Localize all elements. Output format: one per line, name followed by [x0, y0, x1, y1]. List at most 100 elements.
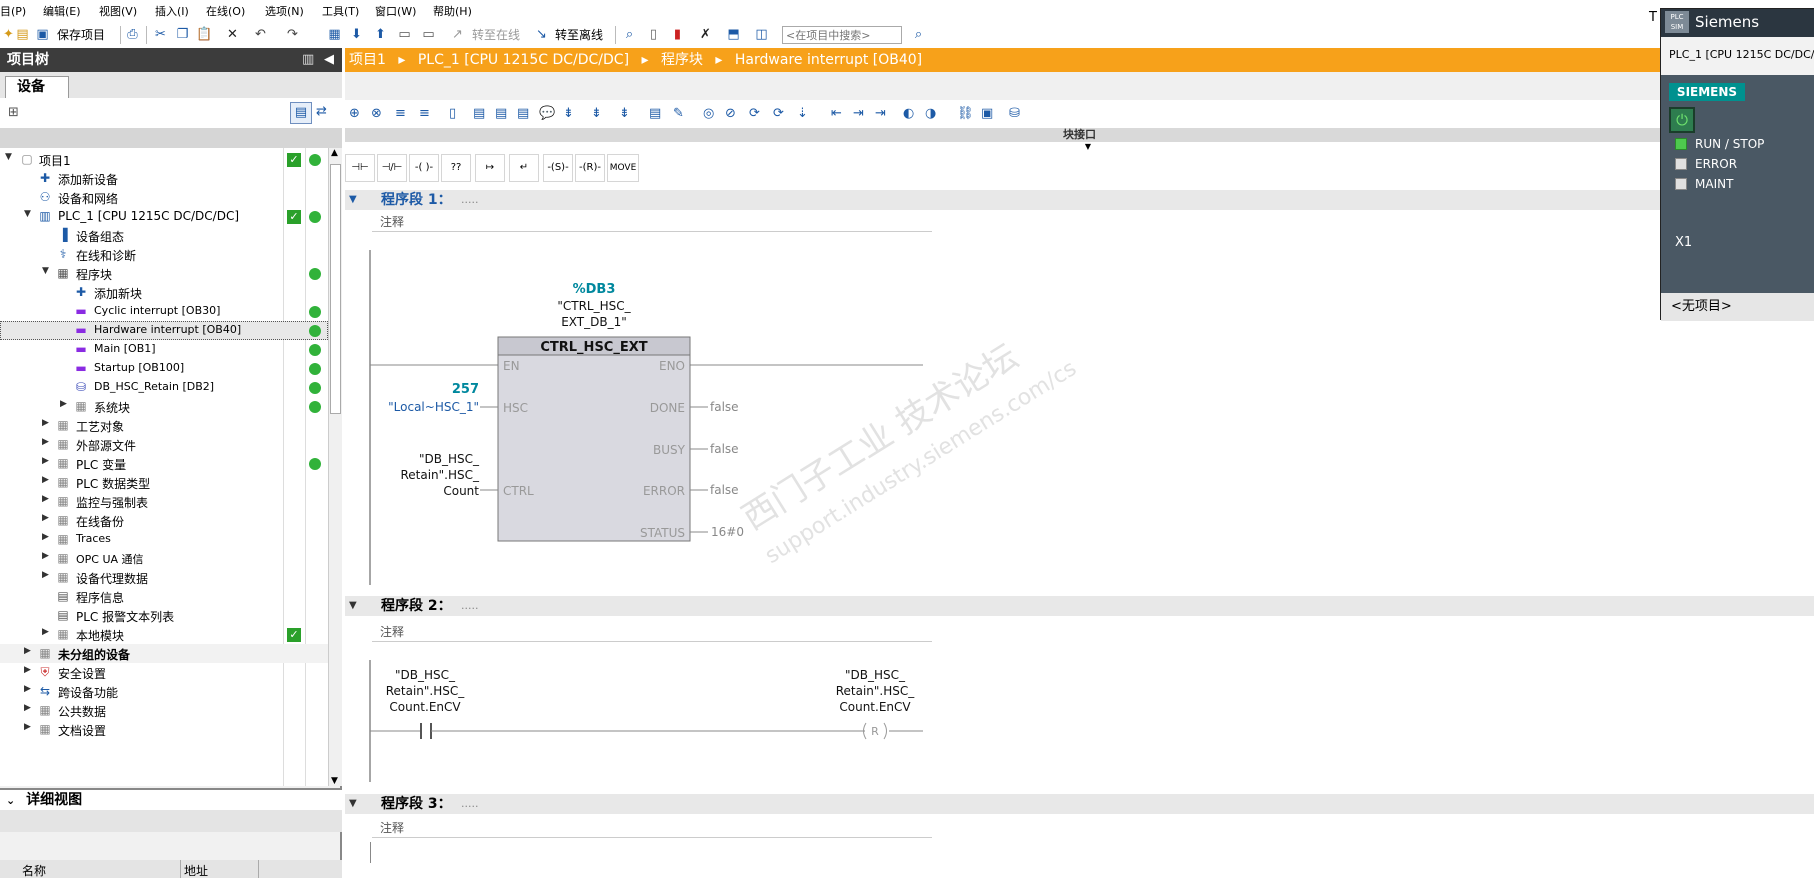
tree-item-device-proxy[interactable]: ▶ ▦ 设备代理数据	[0, 568, 328, 587]
collapsed-arrow-icon[interactable]: ▶	[60, 399, 70, 409]
contact-operand-1[interactable]: "DB_HSC_	[395, 668, 456, 682]
collapsed-arrow-icon[interactable]: ▶	[24, 646, 34, 656]
go-online-button[interactable]: 转至在线	[472, 26, 520, 43]
comment-icon[interactable]: 💬	[539, 106, 555, 121]
menu-view[interactable]: 视图(V)	[99, 3, 137, 19]
tree-item-plc1[interactable]: ▼ ▥ PLC_1 [CPU 1215C DC/DC/DC] ✓	[0, 207, 328, 226]
collapsed-arrow-icon[interactable]: ▶	[42, 570, 52, 580]
network-view-icon[interactable]: ▤	[649, 106, 661, 121]
tree-item-ob30[interactable]: ▬ Cyclic interrupt [OB30]	[0, 302, 328, 321]
cut-icon[interactable]: ✂	[152, 26, 169, 43]
instance-db-address[interactable]: %DB3	[573, 282, 616, 297]
tree-item-ungrouped-devices[interactable]: ▶ ▦ 未分组的设备	[0, 644, 328, 663]
indent-right-icon[interactable]: ⇥	[853, 106, 864, 121]
breadcrumb-plc[interactable]: PLC_1 [CPU 1215C DC/DC/DC]	[418, 52, 629, 68]
save-button[interactable]: 保存项目	[57, 26, 105, 43]
collapsed-arrow-icon[interactable]: ▶	[42, 418, 52, 428]
accessible-devices-icon[interactable]: ⌕	[621, 26, 638, 43]
collapsed-arrow-icon[interactable]: ▶	[24, 703, 34, 713]
tree-item-add-block[interactable]: ✚ 添加新块	[0, 283, 328, 302]
goto-icon[interactable]: ⇣	[797, 106, 808, 121]
menu-options[interactable]: 选项(N)	[265, 3, 304, 19]
tree-item-system-blocks[interactable]: ▶ ▦ 系统块	[0, 397, 328, 416]
close-branch-button[interactable]: ↵	[509, 154, 539, 182]
monitor-icon[interactable]: ◎	[703, 106, 714, 121]
tree-item-local-modules[interactable]: ▶ ▦ 本地模块 ✓	[0, 625, 328, 644]
coil-right[interactable]	[883, 722, 887, 740]
contact-operand-3[interactable]: Count.EnCV	[389, 700, 461, 714]
tab-devices[interactable]: 设备	[5, 76, 69, 98]
edit-icon[interactable]: ✎	[673, 106, 684, 121]
insert-row-icon[interactable]: ≡	[395, 106, 406, 121]
contact-operand-2[interactable]: Retain".HSC_	[386, 684, 466, 698]
sim-project-field[interactable]: <无项目>	[1661, 293, 1814, 321]
coil-button[interactable]: -( )-	[409, 154, 439, 182]
scroll-up-icon[interactable]: ▲	[331, 148, 338, 158]
no-contact-button[interactable]: ⊣⊢	[345, 154, 375, 182]
breadcrumb-project[interactable]: 项目1	[349, 52, 386, 68]
empty-box-button[interactable]: ??	[441, 154, 471, 182]
insert-network-icon[interactable]: ⊕	[349, 106, 360, 121]
start-sim-icon[interactable]: ▭	[396, 26, 413, 43]
breadcrumb-program-blocks[interactable]: 程序块	[661, 52, 703, 68]
print-icon[interactable]: ⎙	[124, 26, 141, 43]
start-cpu-icon[interactable]: ▯	[645, 26, 662, 43]
tree-item-add-device[interactable]: ✚ 添加新设备	[0, 169, 328, 188]
expanded-arrow-icon[interactable]: ▼	[42, 266, 52, 276]
coil-operand-1[interactable]: "DB_HSC_	[845, 668, 906, 682]
indent-right-icon[interactable]: ⇥	[875, 106, 886, 121]
menu-help[interactable]: 帮助(H)	[433, 3, 472, 19]
tree-item-opc-ua[interactable]: ▶ ▦ OPC UA 通信	[0, 549, 328, 568]
project-search-input[interactable]	[782, 26, 902, 44]
save-icon[interactable]: ▣	[34, 26, 51, 43]
link-icon[interactable]: ⛓	[957, 106, 974, 121]
collapsed-arrow-icon[interactable]: ▶	[42, 513, 52, 523]
tree-item-alarm-texts[interactable]: ▤ PLC 报警文本列表	[0, 606, 328, 625]
stop-cpu-icon[interactable]: ▮	[669, 26, 686, 43]
tree-item-plc-datatypes[interactable]: ▶ ▦ PLC 数据类型	[0, 473, 328, 492]
coil-operand-3[interactable]: Count.EnCV	[839, 700, 911, 714]
collapsed-arrow-icon[interactable]: ▶	[42, 437, 52, 447]
redo-icon[interactable]: ↷	[284, 26, 301, 43]
move-button[interactable]: MOVE	[607, 154, 639, 182]
go-offline-icon[interactable]: ↘	[533, 26, 550, 43]
collapsed-arrow-icon[interactable]: ▶	[42, 475, 52, 485]
tree-item-ob100[interactable]: ▬ Startup [OB100]	[0, 359, 328, 378]
tree-item-watch-tables[interactable]: ▶ ▦ 监控与强制表	[0, 492, 328, 511]
tree-item-common-data[interactable]: ▶ ▦ 公共数据	[0, 701, 328, 720]
menu-project[interactable]: 目(P)	[0, 3, 26, 19]
search-icon[interactable]: ⌕	[910, 26, 927, 43]
chevron-down-icon[interactable]: ⌄	[6, 794, 15, 807]
db-icon[interactable]: ⛁	[1009, 106, 1020, 121]
upload-icon[interactable]: ⬆	[372, 26, 389, 43]
collapse-icon[interactable]: ⇟	[619, 106, 630, 121]
tree-item-online-diag[interactable]: ⚕ 在线和诊断	[0, 245, 328, 264]
monitoring-off-icon[interactable]: ◑	[925, 106, 936, 121]
cancel-icon[interactable]: ⊘	[725, 106, 736, 121]
menu-edit[interactable]: 编辑(E)	[43, 3, 81, 19]
ctrl-operand-2[interactable]: Retain".HSC_	[400, 468, 480, 482]
collapsed-arrow-icon[interactable]: ▶	[42, 494, 52, 504]
network-3-title[interactable]: .....	[461, 794, 478, 814]
menu-tools[interactable]: 工具(T)	[322, 3, 359, 19]
tree-item-project[interactable]: ▼ ▢ 项目1 ✓	[0, 150, 328, 169]
scroll-down-icon[interactable]: ▼	[331, 776, 338, 786]
detail-view-header[interactable]: ⌄ 详细视图	[0, 788, 342, 810]
power-button[interactable]: ⏻	[1669, 107, 1695, 133]
menu-window[interactable]: 窗口(W)	[375, 3, 416, 19]
glasses-icon[interactable]: ▣	[981, 106, 993, 121]
tree-scrollbar[interactable]: ▲ ▼	[328, 148, 342, 786]
set-coil-button[interactable]: -(S)-	[543, 154, 573, 182]
delete-icon[interactable]: ✕	[224, 26, 241, 43]
tree-item-tech-objects[interactable]: ▶ ▦ 工艺对象	[0, 416, 328, 435]
instance-db-name-1[interactable]: "CTRL_HSC_	[557, 299, 631, 313]
paste-icon[interactable]: 📋	[196, 26, 213, 43]
network-2-comment[interactable]: 注释	[372, 622, 932, 642]
collapsed-arrow-icon[interactable]: ▶	[42, 551, 52, 561]
network-2-header[interactable]: ▼ 程序段 2： .....	[345, 596, 1814, 616]
network-1-title[interactable]: .....	[461, 190, 478, 210]
expanded-arrow-icon[interactable]: ▼	[24, 209, 34, 219]
undo-icon[interactable]: ↶	[252, 26, 269, 43]
scroll-thumb[interactable]	[330, 164, 341, 414]
tree-item-security[interactable]: ▶ ⛨ 安全设置	[0, 663, 328, 682]
